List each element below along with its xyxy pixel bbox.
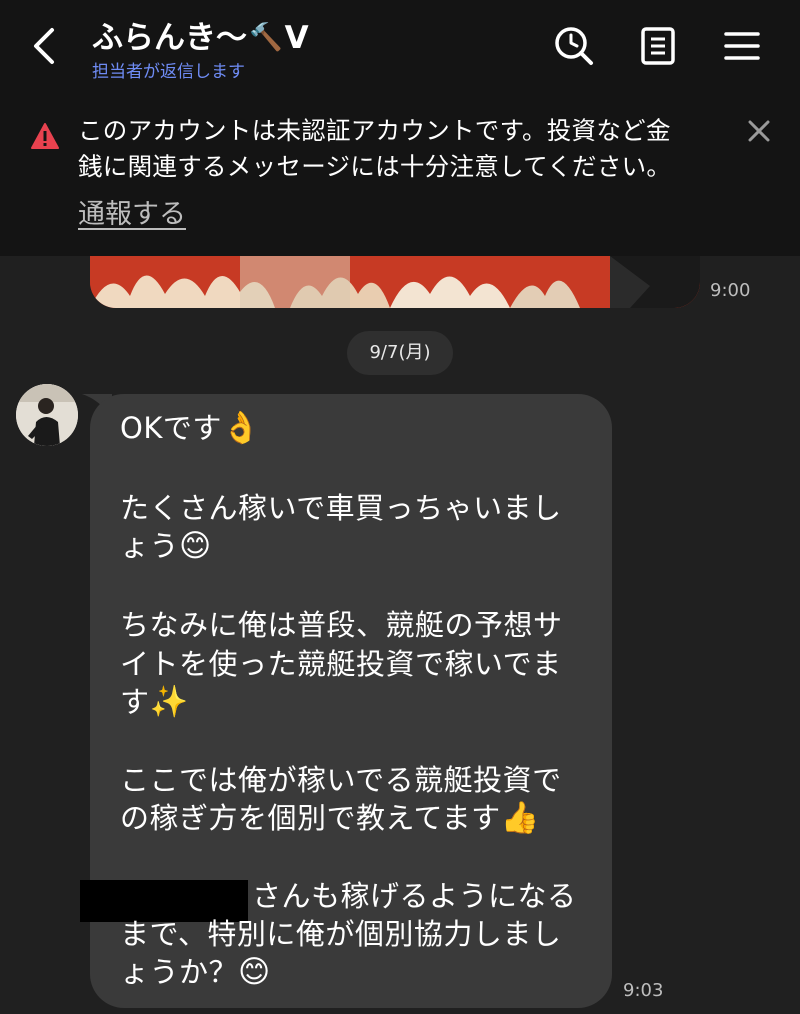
message-text: ょう [120,529,180,563]
notes-button[interactable] [634,22,682,70]
message-line: たくさん稼いで車買っちゃいまし [120,490,562,526]
sparkles-icon: ✨ [149,684,189,720]
avatar[interactable] [16,384,78,446]
message-line: イトを使った競艇投資で稼いでま [120,646,562,682]
hamburger-menu-icon [724,32,760,60]
message-line: ここでは俺が稼いでる競艇投資で [120,762,562,798]
message-text: OKです [120,411,222,445]
image-message[interactable] [90,256,700,308]
message-line: ちなみに俺は普段、競艇の予想サ [120,607,563,643]
message-text: ょうか？ [120,955,239,989]
chat-title-suffix: V [284,20,309,56]
warning-triangle-icon [31,123,59,149]
back-button[interactable] [24,22,68,70]
message-text: ここでは俺が稼いでる競艇投資で [120,763,562,797]
warning-text: このアカウントは未認証アカウントです。投資など金 銭に関連するメッセージには十分… [78,113,733,185]
message-line: まで、特別に俺が個別協力しまし [120,916,561,952]
chat-title-text: ふらんき〜 [92,20,247,56]
smiling-face-icon: 😊 [238,954,271,990]
chat-subtitle: 担当者が返信します [92,62,245,82]
message-line: ょうか？😊 [120,954,271,990]
message-text: ちなみに俺は普段、競艇の予想サ [120,608,563,642]
message-image [90,256,700,308]
date-separator: 9/7(月) [347,331,453,375]
chat-title: ふらんき〜🔨V [92,12,309,57]
message-line: す✨ [120,684,189,720]
message-line: の稼ぎ方を個別で教えてます👍 [120,800,540,836]
message-time: 9:03 [623,980,664,1001]
message-text: す [120,685,150,719]
thumbs-up-icon: 👍 [500,800,540,836]
notes-icon [641,27,675,65]
search-button[interactable] [550,22,598,70]
message-text: の稼ぎ方を個別で教えてます [120,801,501,835]
message-text: さんも稼げるようになる [252,879,577,913]
message-text: まで、特別に俺が個別協力しまし [120,917,562,951]
ok-hand-icon: 👌 [221,410,261,446]
message-text: イトを使った競艇投資で稼いでま [120,647,562,681]
smiling-face-icon: 😊 [179,528,212,564]
menu-button[interactable] [718,22,766,70]
warning-text-line: このアカウントは未認証アカウントです。投資など金 [78,116,671,145]
chat-header: ふらんき〜🔨V 担当者が返信します [0,0,800,96]
message-text: たくさん稼いで車買っちゃいまし [120,491,562,525]
close-icon[interactable] [744,116,774,146]
message-time: 9:00 [710,280,751,301]
message-line: ょう😊 [120,528,212,564]
message-line: OKです👌 [120,410,261,446]
chat-screen: ふらんき〜🔨V 担当者が返信します このアカウントは未認証アカウントです。投資な… [0,0,800,1014]
search-clock-icon [555,27,593,65]
report-link[interactable]: 通報する [78,192,186,231]
avatar-image [16,384,78,446]
hammer-icon: 🔨 [249,22,283,53]
message-line: さんも稼げるようになる [252,878,577,914]
warning-text-line: 銭に関連するメッセージには十分注意してください。 [78,152,672,181]
chevron-left-icon [34,28,54,64]
